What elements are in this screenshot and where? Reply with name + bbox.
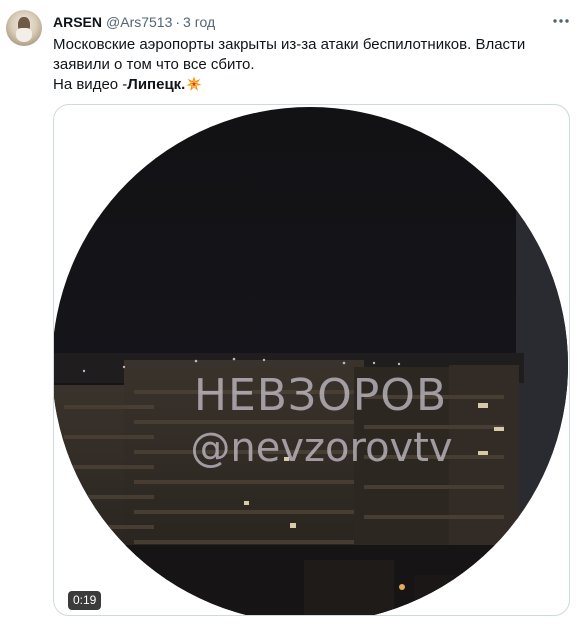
collision-emoji-graphic (186, 76, 202, 91)
author-name[interactable]: ARSEN (53, 13, 102, 31)
more-icon[interactable] (548, 11, 574, 33)
tweet-text-line: Московские аэропорты закрыты из-за атаки… (53, 36, 526, 53)
tweet-header: ARSEN @Ars7513 · 3 год (53, 13, 215, 31)
timestamp[interactable]: 3 год (183, 13, 215, 31)
avatar-beard (16, 28, 32, 42)
separator-dot: · (175, 14, 181, 30)
video-duration-badge: 0:19 (68, 591, 102, 610)
tweet-text-prefix: На видео - (53, 76, 128, 93)
author-handle[interactable]: @Ars7513 (106, 13, 172, 31)
tweet-text-bold: Липецк. (127, 76, 186, 93)
watermark-title: НЕВЗОРОВ (193, 370, 448, 421)
video-player[interactable]: НЕВЗОРОВ @nevzorovtv 0:19 (53, 104, 570, 616)
avatar[interactable] (6, 10, 42, 46)
tweet[interactable]: ARSEN @Ars7513 · 3 год Московские аэропо… (0, 0, 584, 627)
watermark-handle: @nevzorovtv (190, 425, 453, 471)
tweet-text-line: На видео -Липецк. (53, 75, 568, 98)
video-frame (54, 107, 568, 615)
more-icon-graphic (553, 19, 569, 23)
tweet-text-line: заявили о том что все сбито. (53, 56, 255, 73)
collision-emoji (186, 76, 202, 98)
tweet-text: Московские аэропорты закрыты из-за атаки… (53, 35, 568, 98)
